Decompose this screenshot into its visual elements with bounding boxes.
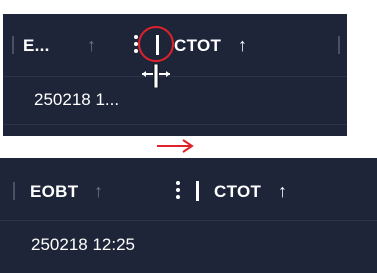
column-header-ctot[interactable]: CTOT [214,182,261,202]
column-header-eobt[interactable]: E... [23,36,50,56]
table-cell-eobt: 250218 12:25 [31,235,135,254]
table-before-resize: E... ↑ CTOT ↑ 250218 1... [3,14,347,136]
column-separator[interactable] [12,36,14,54]
right-arrow-icon [157,139,194,153]
table-cell-eobt: 250218 1... [34,90,120,109]
column-resize-handle[interactable] [196,181,199,201]
table-row[interactable]: 250218 12:25 [0,220,377,273]
table-after-resize: EOBT ↑ CTOT ↑ 250218 12:25 [0,158,377,273]
sort-up-icon[interactable]: ↑ [94,182,103,200]
table-row[interactable]: 250218 1... [3,76,347,125]
sort-up-icon[interactable]: ↑ [278,182,287,200]
kebab-menu-icon[interactable] [176,181,180,202]
sort-up-icon[interactable]: ↑ [238,36,247,54]
sort-up-icon[interactable]: ↑ [87,36,96,54]
column-header-eobt[interactable]: EOBT [30,182,78,202]
column-header-ctot[interactable]: CTOT [174,36,221,56]
table-header-row: EOBT ↑ CTOT ↑ [0,158,377,221]
table-header-row: E... ↑ CTOT ↑ [3,14,347,77]
column-resize-cursor-icon [142,64,170,88]
comparison-stage: E... ↑ CTOT ↑ 250218 1... EOBT ↑ CTOT ↑ … [0,0,377,273]
highlight-circle [138,26,174,62]
column-separator[interactable] [338,36,340,54]
column-separator[interactable] [13,182,15,200]
